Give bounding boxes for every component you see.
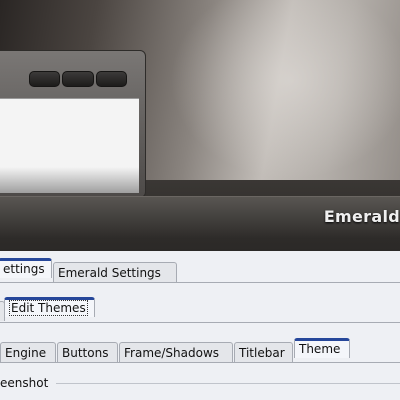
tab-engine-label: Engine [5, 346, 47, 360]
screenshot-group-line [56, 383, 400, 384]
screenshot-group-label: eenshot [0, 376, 49, 390]
tab-titlebar[interactable]: Titlebar [234, 342, 293, 362]
tab-settings[interactable]: ettings [0, 258, 52, 278]
tab-emerald-settings[interactable]: Emerald Settings [53, 262, 177, 282]
theme-preview: Emerald [0, 0, 400, 251]
main-tabs-divider [0, 282, 400, 283]
preview-content-shadow [0, 167, 139, 193]
preview-background [170, 0, 400, 180]
editor-tabs-divider [0, 362, 400, 363]
preview-title-text: Emerald [323, 207, 400, 226]
preview-close-button [95, 71, 127, 87]
tab-engine[interactable]: Engine [0, 342, 56, 362]
preview-window-content [0, 98, 139, 193]
preview-window [0, 50, 146, 198]
tab-settings-label: ettings [3, 262, 45, 276]
preview-maximize-button [62, 71, 94, 87]
preview-window-buttons [29, 71, 127, 87]
tab-frame-shadows-label: Frame/Shadows [124, 346, 220, 360]
tab-emerald-settings-label: Emerald Settings [58, 266, 161, 280]
tab-buttons[interactable]: Buttons [57, 342, 118, 362]
tab-edit-themes[interactable]: Edit Themes [4, 297, 95, 317]
tab-theme-label: Theme [299, 342, 341, 356]
tab-theme[interactable]: Theme [294, 338, 350, 358]
sub-tabs-divider [0, 322, 400, 323]
tab-frame-shadows[interactable]: Frame/Shadows [119, 342, 233, 362]
tab-titlebar-label: Titlebar [239, 346, 285, 360]
tab-buttons-label: Buttons [62, 346, 109, 360]
tab-edit-themes-label: Edit Themes [9, 300, 88, 316]
preview-minimize-button [29, 71, 61, 87]
